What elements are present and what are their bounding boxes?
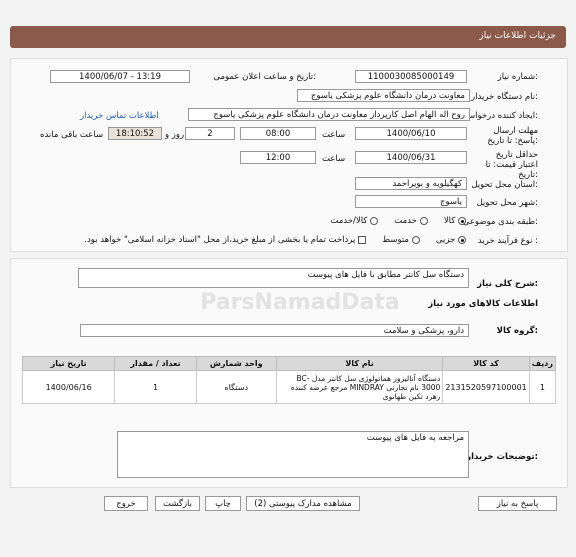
remaining-time-field: 18:10:52 <box>108 127 162 140</box>
buyer-notes-field: مراجعه به فایل های پیوست <box>117 431 469 478</box>
validity-time-field: 12:00 <box>240 151 316 164</box>
need-number-label: شماره نیاز: <box>497 72 538 82</box>
col-header-code: کد کالا <box>442 356 530 371</box>
view-documents-button[interactable]: مشاهده مدارک پیوستی (2) <box>246 496 360 511</box>
validity-hour-label: ساعت <box>322 154 346 164</box>
city-field: یاسوج <box>355 195 467 208</box>
reply-button[interactable]: پاسخ به نیاز <box>478 496 557 511</box>
deadline-date-field: 1400/06/10 <box>355 127 467 140</box>
back-button[interactable]: بازگشت <box>155 496 200 511</box>
process-label: نوع فرآیند خرید : <box>477 236 538 246</box>
category-radio-goods[interactable] <box>458 217 466 225</box>
goods-section-title: اطلاعات کالاهای مورد نیاز <box>428 299 538 309</box>
cell-row-number: 1 <box>528 370 557 404</box>
cell-quantity: 1 <box>114 370 197 404</box>
announce-label: تاریخ و ساعت اعلان عمومی: <box>213 72 316 82</box>
category-option-both: کالا/خدمت <box>330 216 368 226</box>
creator-label: ایجاد کننده درخواست: <box>459 111 538 121</box>
province-label: استان محل تحویل: <box>471 180 538 190</box>
treasury-payment-checkbox[interactable] <box>358 236 367 244</box>
watermark: ParsNamadData <box>200 290 400 315</box>
col-header-unit: واحد شمارش <box>195 356 277 371</box>
category-radio-service[interactable] <box>419 217 428 225</box>
buyer-notes-label: توضیحات خریدار: <box>466 452 538 462</box>
buyer-org-field: معاونت درمان دانشگاه علوم پزشکی یاسوج <box>297 89 470 102</box>
category-option-goods: کالا <box>443 216 456 226</box>
description-field: دستگاه سل کانتر مطابق با فایل های پیوست <box>78 268 469 288</box>
category-radio-both[interactable] <box>370 217 379 225</box>
goods-table: ردیف کد کالا نام کالا واحد شمارش تعداد /… <box>21 356 557 404</box>
cell-need-date: 1400/06/16 <box>21 370 116 404</box>
payment-note: پرداخت تمام یا بخشی از مبلغ خرید،از محل … <box>84 235 356 245</box>
process-option-medium: متوسط <box>382 235 409 245</box>
page-title: جزئیات اطلاعات نیاز <box>479 31 556 41</box>
process-radio-medium[interactable] <box>411 236 420 244</box>
validity-label: حداقل تاریخ اعتبار قیمت: تا تاریخ: <box>485 150 538 180</box>
col-header-need-date: تاریخ نیاز <box>21 356 116 371</box>
group-field: دارو، پزشکی و سلامت <box>80 324 469 337</box>
cell-name: دستگاه آنالیزور هماتولوژی سل کانتر مدل B… <box>275 370 444 404</box>
validity-date-field: 1400/06/31 <box>355 151 467 164</box>
creator-field: روح اله الهام اصل کارپرداز معاونت درمان … <box>188 108 470 121</box>
deadline-hour-label: ساعت <box>322 130 346 140</box>
category-label: طبقه بندی موضوعی: <box>462 217 538 227</box>
table-row[interactable]: 1 2131520597100001 دستگاه آنالیزور هماتو… <box>21 370 557 404</box>
page-header: جزئیات اطلاعات نیاز <box>10 26 566 48</box>
contact-buyer-link[interactable]: اطلاعات تماس خریدار <box>80 111 159 121</box>
remaining-label: ساعت باقی مانده <box>40 130 104 140</box>
process-radio-minor[interactable] <box>458 236 466 244</box>
buyer-org-label: نام دستگاه خریدار: <box>471 92 538 102</box>
category-option-service: خدمت <box>394 216 417 226</box>
category-options: کالا خدمت کالا/خدمت <box>330 216 466 227</box>
province-field: کهگیلویه و بویراحمد <box>355 177 467 190</box>
table-header-row: ردیف کد کالا نام کالا واحد شمارش تعداد /… <box>21 356 557 371</box>
col-header-quantity: تعداد / مقدار <box>114 356 197 371</box>
days-label: روز و <box>165 130 185 140</box>
description-label: شرح کلی نیاز: <box>477 279 538 289</box>
process-options: جزیی متوسط پرداخت تمام یا بخشی از مبلغ خ… <box>84 235 466 246</box>
cell-unit: دستگاه <box>195 370 277 404</box>
days-field: 2 <box>185 127 235 140</box>
col-header-name: نام کالا <box>275 356 444 371</box>
deadline-label: مهلت ارسال پاسخ: تا تاریخ: <box>487 126 538 146</box>
cell-code: 2131520597100001 <box>442 370 530 404</box>
exit-button[interactable]: خروج <box>104 496 148 511</box>
process-option-minor: جزیی <box>435 235 456 245</box>
city-label: شهر محل تحویل: <box>476 198 538 208</box>
print-button[interactable]: چاپ <box>205 496 241 511</box>
col-header-row-number: ردیف <box>528 356 557 371</box>
group-label: گروه کالا: <box>496 326 538 336</box>
announce-field: 1400/06/07 - 13:19 <box>50 70 190 83</box>
need-number-field: 1100030085000149 <box>355 70 467 83</box>
deadline-time-field: 08:00 <box>240 127 316 140</box>
